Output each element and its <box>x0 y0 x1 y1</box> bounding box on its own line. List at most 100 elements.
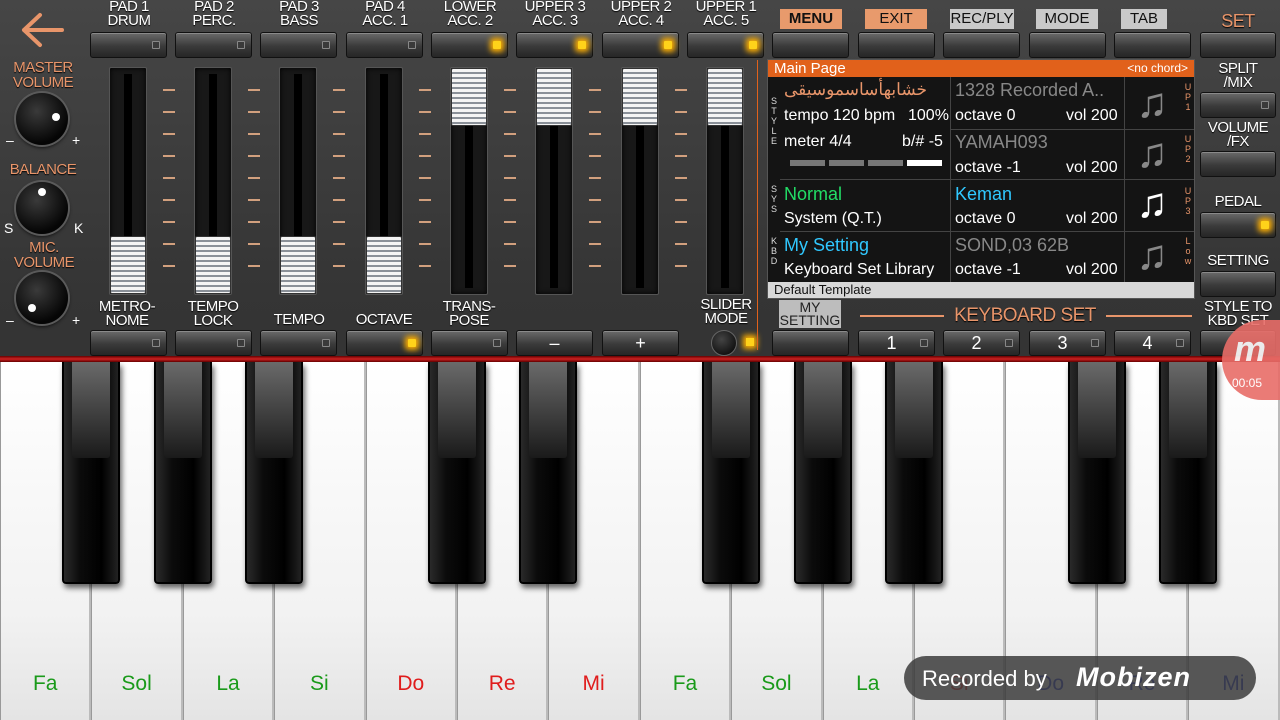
fader-tick <box>589 265 601 267</box>
volume-fx-button[interactable] <box>1200 151 1276 177</box>
keyboard-set-button-4[interactable]: 4 <box>1114 330 1191 356</box>
split-mix-button[interactable] <box>1200 92 1276 118</box>
tab-button-3[interactable] <box>943 32 1020 58</box>
sys-name[interactable]: Normal <box>784 184 842 205</box>
fader-track-3[interactable] <box>279 67 317 295</box>
keyboard-set-button-1[interactable]: 1 <box>858 330 935 356</box>
pedal-button[interactable] <box>1200 212 1276 238</box>
tab-button-1[interactable] <box>772 32 849 58</box>
black-key-shine <box>712 362 751 458</box>
low-music-note-icon[interactable]: ♫ <box>1130 232 1174 278</box>
black-key[interactable] <box>245 362 304 584</box>
pad-button-1[interactable] <box>90 32 167 58</box>
up1-voice-name[interactable]: 1328 Recorded A.. <box>955 80 1104 101</box>
my-setting-button[interactable] <box>772 330 849 356</box>
pad-label-7: UPPER 2 ACC. 4 <box>610 0 672 29</box>
fader-track-4[interactable] <box>365 67 403 295</box>
black-key[interactable] <box>153 362 212 584</box>
fader-track-1[interactable] <box>109 67 147 295</box>
pad-button-4[interactable] <box>346 32 423 58</box>
black-key[interactable] <box>793 362 852 584</box>
tab-button-5[interactable] <box>1114 32 1191 58</box>
my-setting-tab[interactable]: MY SETTING <box>779 300 841 328</box>
tab-menu[interactable]: MENU <box>780 9 842 29</box>
fader-knob[interactable] <box>280 236 316 294</box>
transpose-plus-button[interactable]: + <box>602 330 679 356</box>
tab-button-4[interactable] <box>1028 32 1106 58</box>
octave-button[interactable] <box>346 330 423 356</box>
tab-button-2[interactable] <box>857 32 935 58</box>
fader-knob[interactable] <box>451 68 487 126</box>
fader-track-8[interactable] <box>706 67 744 295</box>
black-key[interactable] <box>62 362 121 584</box>
kbd-name[interactable]: My Setting <box>784 235 869 256</box>
fader-tick <box>248 243 260 245</box>
metronome-button[interactable] <box>90 330 167 356</box>
pad-button-8[interactable] <box>687 32 764 58</box>
tab-exit[interactable]: EXIT <box>865 9 927 29</box>
black-key-shine <box>255 362 294 458</box>
keyboard-set-label: KEYBOARD SET <box>954 305 1096 326</box>
style-name[interactable]: خشابهأساسموسيقى <box>784 80 927 100</box>
back-button[interactable] <box>18 10 66 50</box>
tempo-lock-button[interactable] <box>175 330 252 356</box>
pad-button-6[interactable] <box>516 32 593 58</box>
black-key[interactable] <box>1159 362 1218 584</box>
up2-voice-name[interactable]: YAMAH093 <box>955 132 1048 153</box>
fader-knob[interactable] <box>366 236 402 294</box>
kbd-side-label: KBD <box>770 236 778 266</box>
fader-track-2[interactable] <box>194 67 232 295</box>
tab-recply[interactable]: REC/PLY <box>950 9 1014 29</box>
black-key[interactable] <box>885 362 943 584</box>
pad-button-2[interactable] <box>175 32 252 58</box>
transpose-minus-button[interactable]: – <box>516 330 593 356</box>
set-button[interactable] <box>1200 32 1276 58</box>
metronome-label: METRO- NOME <box>98 298 156 329</box>
black-key[interactable] <box>1067 362 1126 584</box>
up3-music-note-icon[interactable]: ♫ <box>1130 180 1174 226</box>
panel-header: Main Page <no chord> <box>768 60 1194 77</box>
fader-track-6[interactable] <box>535 67 573 295</box>
keyboard-set-button-3[interactable]: 3 <box>1029 330 1106 356</box>
pad-button-7[interactable] <box>602 32 679 58</box>
key-note-label: Si <box>310 672 329 695</box>
up1-music-note-icon[interactable]: ♫ <box>1130 80 1174 126</box>
up2-music-note-icon[interactable]: ♫ <box>1130 130 1174 176</box>
fader-knob[interactable] <box>536 68 572 126</box>
fader-tick <box>333 177 345 179</box>
setting-button[interactable] <box>1200 271 1276 297</box>
tab-tab[interactable]: TAB <box>1121 9 1167 29</box>
balance-knob[interactable] <box>16 182 68 234</box>
organ-app: { "header": { "back_icon": "left-arrow-i… <box>0 0 1280 720</box>
fader-knob[interactable] <box>110 236 146 294</box>
black-key[interactable] <box>428 362 486 584</box>
tab-mode[interactable]: MODE <box>1036 9 1098 29</box>
master-volume-knob[interactable] <box>16 93 68 145</box>
fader-tick <box>333 265 345 267</box>
up3-voice-name[interactable]: Keman <box>955 184 1012 205</box>
black-key[interactable] <box>519 362 578 584</box>
fader-tick <box>163 155 175 157</box>
slider-mode-toggle[interactable] <box>711 330 737 356</box>
panel-footer: Default Template <box>768 282 1194 298</box>
kbd-sub: Keyboard Set Library <box>784 261 935 278</box>
set-label: SET <box>1221 11 1255 31</box>
black-key[interactable] <box>702 362 761 584</box>
fader-knob[interactable] <box>707 68 743 126</box>
tempo-button[interactable] <box>260 330 337 356</box>
octave-label: OCTAVE <box>355 311 413 328</box>
fader-track-7[interactable] <box>621 67 659 295</box>
low-voice-name[interactable]: SOND,03 62B <box>955 235 1069 256</box>
fader-knob[interactable] <box>195 236 231 294</box>
tempo-lock-label: TEMPO LOCK <box>187 298 239 329</box>
pad-button-5[interactable] <box>431 32 508 58</box>
keyboard-set-button-2[interactable]: 2 <box>943 330 1020 356</box>
black-key-shine <box>72 362 111 458</box>
octave-led <box>408 339 416 347</box>
pad-button-3[interactable] <box>260 32 337 58</box>
fader-knob[interactable] <box>622 68 658 126</box>
fader-tick <box>675 111 687 113</box>
transpose-button[interactable] <box>431 330 508 356</box>
fader-track-5[interactable] <box>450 67 488 295</box>
mic-volume-knob[interactable] <box>16 272 68 324</box>
